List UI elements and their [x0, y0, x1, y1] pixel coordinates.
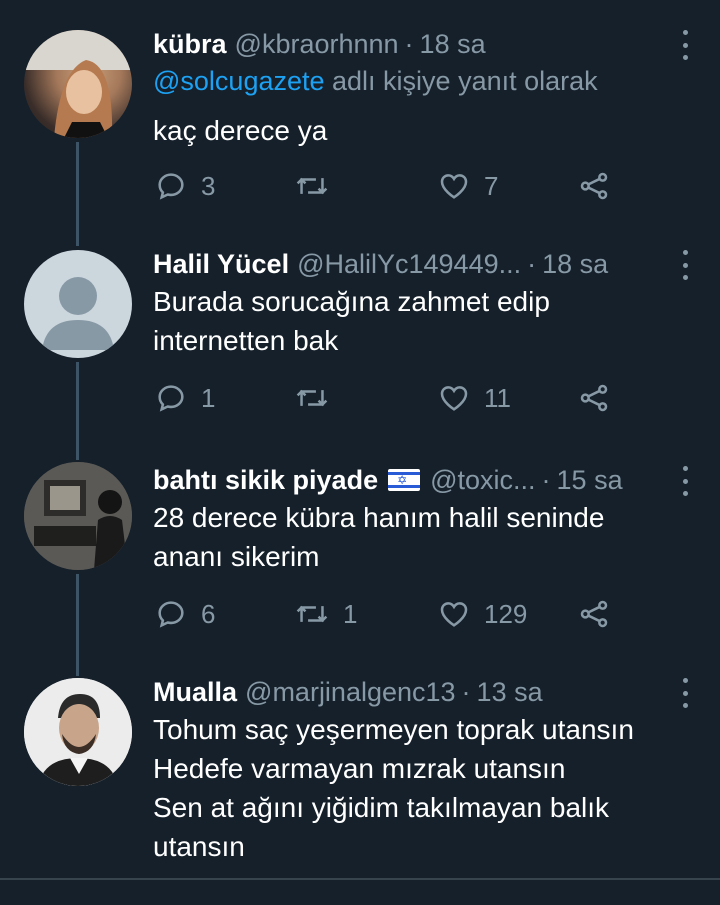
tweet-actions: 6 1 129: [153, 594, 633, 634]
avatar[interactable]: [24, 250, 132, 358]
timestamp[interactable]: 15 sa: [557, 465, 623, 496]
display-name[interactable]: Mualla: [153, 677, 237, 708]
timestamp[interactable]: 18 sa: [420, 29, 486, 60]
avatar[interactable]: [24, 678, 132, 786]
user-handle[interactable]: @HalilYc149449...: [297, 249, 521, 280]
tweet-header: Halil Yücel @HalilYc149449... · 18 sa: [153, 246, 608, 282]
reply-icon: [158, 385, 184, 412]
mention-link[interactable]: @solcugazete: [153, 66, 325, 96]
tweet-text-line: Sen at ağını yiğidim takılmayan balık: [153, 792, 610, 823]
tweet[interactable]: Halil Yücel @HalilYc149449... · 18 sa Bu…: [0, 246, 720, 446]
reply-icon: [158, 601, 184, 628]
avatar[interactable]: [24, 30, 132, 138]
retweet-icon: [296, 605, 328, 623]
display-name[interactable]: bahtı sikik piyade: [153, 465, 378, 496]
tweet-text-line: Burada sorucağına zahmet edip: [153, 286, 550, 317]
reply-count: 1: [201, 382, 216, 413]
more-options-icon[interactable]: [680, 678, 690, 708]
tweet-actions: 1 11: [153, 378, 633, 418]
tweet-text-line: kaç derece ya: [153, 115, 328, 146]
separator-dot: ·: [541, 464, 551, 495]
tweet-text-line: utansın: [153, 831, 245, 862]
like-count: 129: [484, 598, 528, 629]
reply-button[interactable]: 3: [155, 166, 215, 206]
share-icon: [580, 600, 608, 628]
retweet-icon: [296, 389, 328, 407]
tweet-header: bahtı sikik piyade ✡ @toxic... · 15 sa: [153, 462, 623, 498]
retweet-icon: [296, 177, 328, 195]
heart-icon: [440, 602, 468, 627]
tweet-text-line: Hedefe varmayan mızrak utansın: [153, 753, 566, 784]
like-count: 11: [484, 382, 511, 413]
more-options-icon[interactable]: [680, 30, 690, 60]
share-icon: [580, 384, 608, 412]
divider: [0, 878, 720, 880]
timestamp[interactable]: 18 sa: [542, 249, 608, 280]
more-options-icon[interactable]: [680, 250, 690, 280]
tweet-text: kaç derece ya: [153, 111, 327, 150]
reply-to-text: adlı kişiye yanıt olarak: [324, 66, 598, 96]
more-options-icon[interactable]: [680, 466, 690, 496]
tweet[interactable]: bahtı sikik piyade ✡ @toxic... · 15 sa 2…: [0, 462, 720, 662]
reply-to-line: @solcugazete adlı kişiye yanıt olarak: [153, 66, 598, 97]
retweet-button[interactable]: 1: [295, 594, 357, 634]
tweet[interactable]: kübra @kbraorhnnn · 18 sa @solcugazete a…: [0, 26, 720, 236]
heart-icon: [440, 386, 468, 411]
tweet-text-line: Tohum saç yeşermeyen toprak utansın: [153, 714, 634, 745]
tweet-header: Mualla @marjinalgenc13 · 13 sa: [153, 674, 543, 710]
israel-flag-icon: ✡: [388, 469, 421, 491]
reply-button[interactable]: 6: [155, 594, 215, 634]
user-handle[interactable]: @toxic...: [430, 465, 535, 496]
separator-dot: ·: [527, 248, 537, 279]
tweet-actions: 3 7: [153, 166, 633, 206]
like-button[interactable]: 11: [438, 378, 511, 418]
reply-icon: [158, 173, 184, 200]
user-handle[interactable]: @kbraorhnnn: [235, 29, 399, 60]
heart-icon: [440, 174, 468, 199]
avatar[interactable]: [24, 462, 132, 570]
tweet-text-line: internetten bak: [153, 325, 339, 356]
like-button[interactable]: 129: [438, 594, 527, 634]
reply-count: 6: [201, 598, 216, 629]
retweet-button[interactable]: [295, 378, 343, 418]
separator-dot: ·: [404, 28, 414, 59]
tweet-text-line: 28 derece kübra hanım halil seninde: [153, 502, 605, 533]
reply-button[interactable]: 1: [155, 378, 215, 418]
like-count: 7: [484, 170, 499, 201]
retweet-count: 1: [343, 598, 358, 629]
display-name[interactable]: Halil Yücel: [153, 249, 289, 280]
share-button[interactable]: [578, 166, 610, 206]
retweet-button[interactable]: [295, 166, 343, 206]
share-button[interactable]: [578, 594, 610, 634]
tweet-text: 28 derece kübra hanım halil seninde anan…: [153, 498, 604, 576]
tweet-text: Tohum saç yeşermeyen toprak utansın Hede…: [153, 710, 634, 866]
tweet-text: Burada sorucağına zahmet edip internette…: [153, 282, 550, 360]
tweet[interactable]: Mualla @marjinalgenc13 · 13 sa Tohum saç…: [0, 674, 720, 874]
tweet-header: kübra @kbraorhnnn · 18 sa: [153, 26, 486, 62]
separator-dot: ·: [461, 676, 471, 707]
tweet-text-line: ananı sikerim: [153, 541, 320, 572]
share-button[interactable]: [578, 378, 610, 418]
share-icon: [580, 172, 608, 200]
reply-count: 3: [201, 170, 216, 201]
user-handle[interactable]: @marjinalgenc13: [245, 677, 456, 708]
display-name[interactable]: kübra: [153, 29, 227, 60]
like-button[interactable]: 7: [438, 166, 498, 206]
timestamp[interactable]: 13 sa: [477, 677, 543, 708]
